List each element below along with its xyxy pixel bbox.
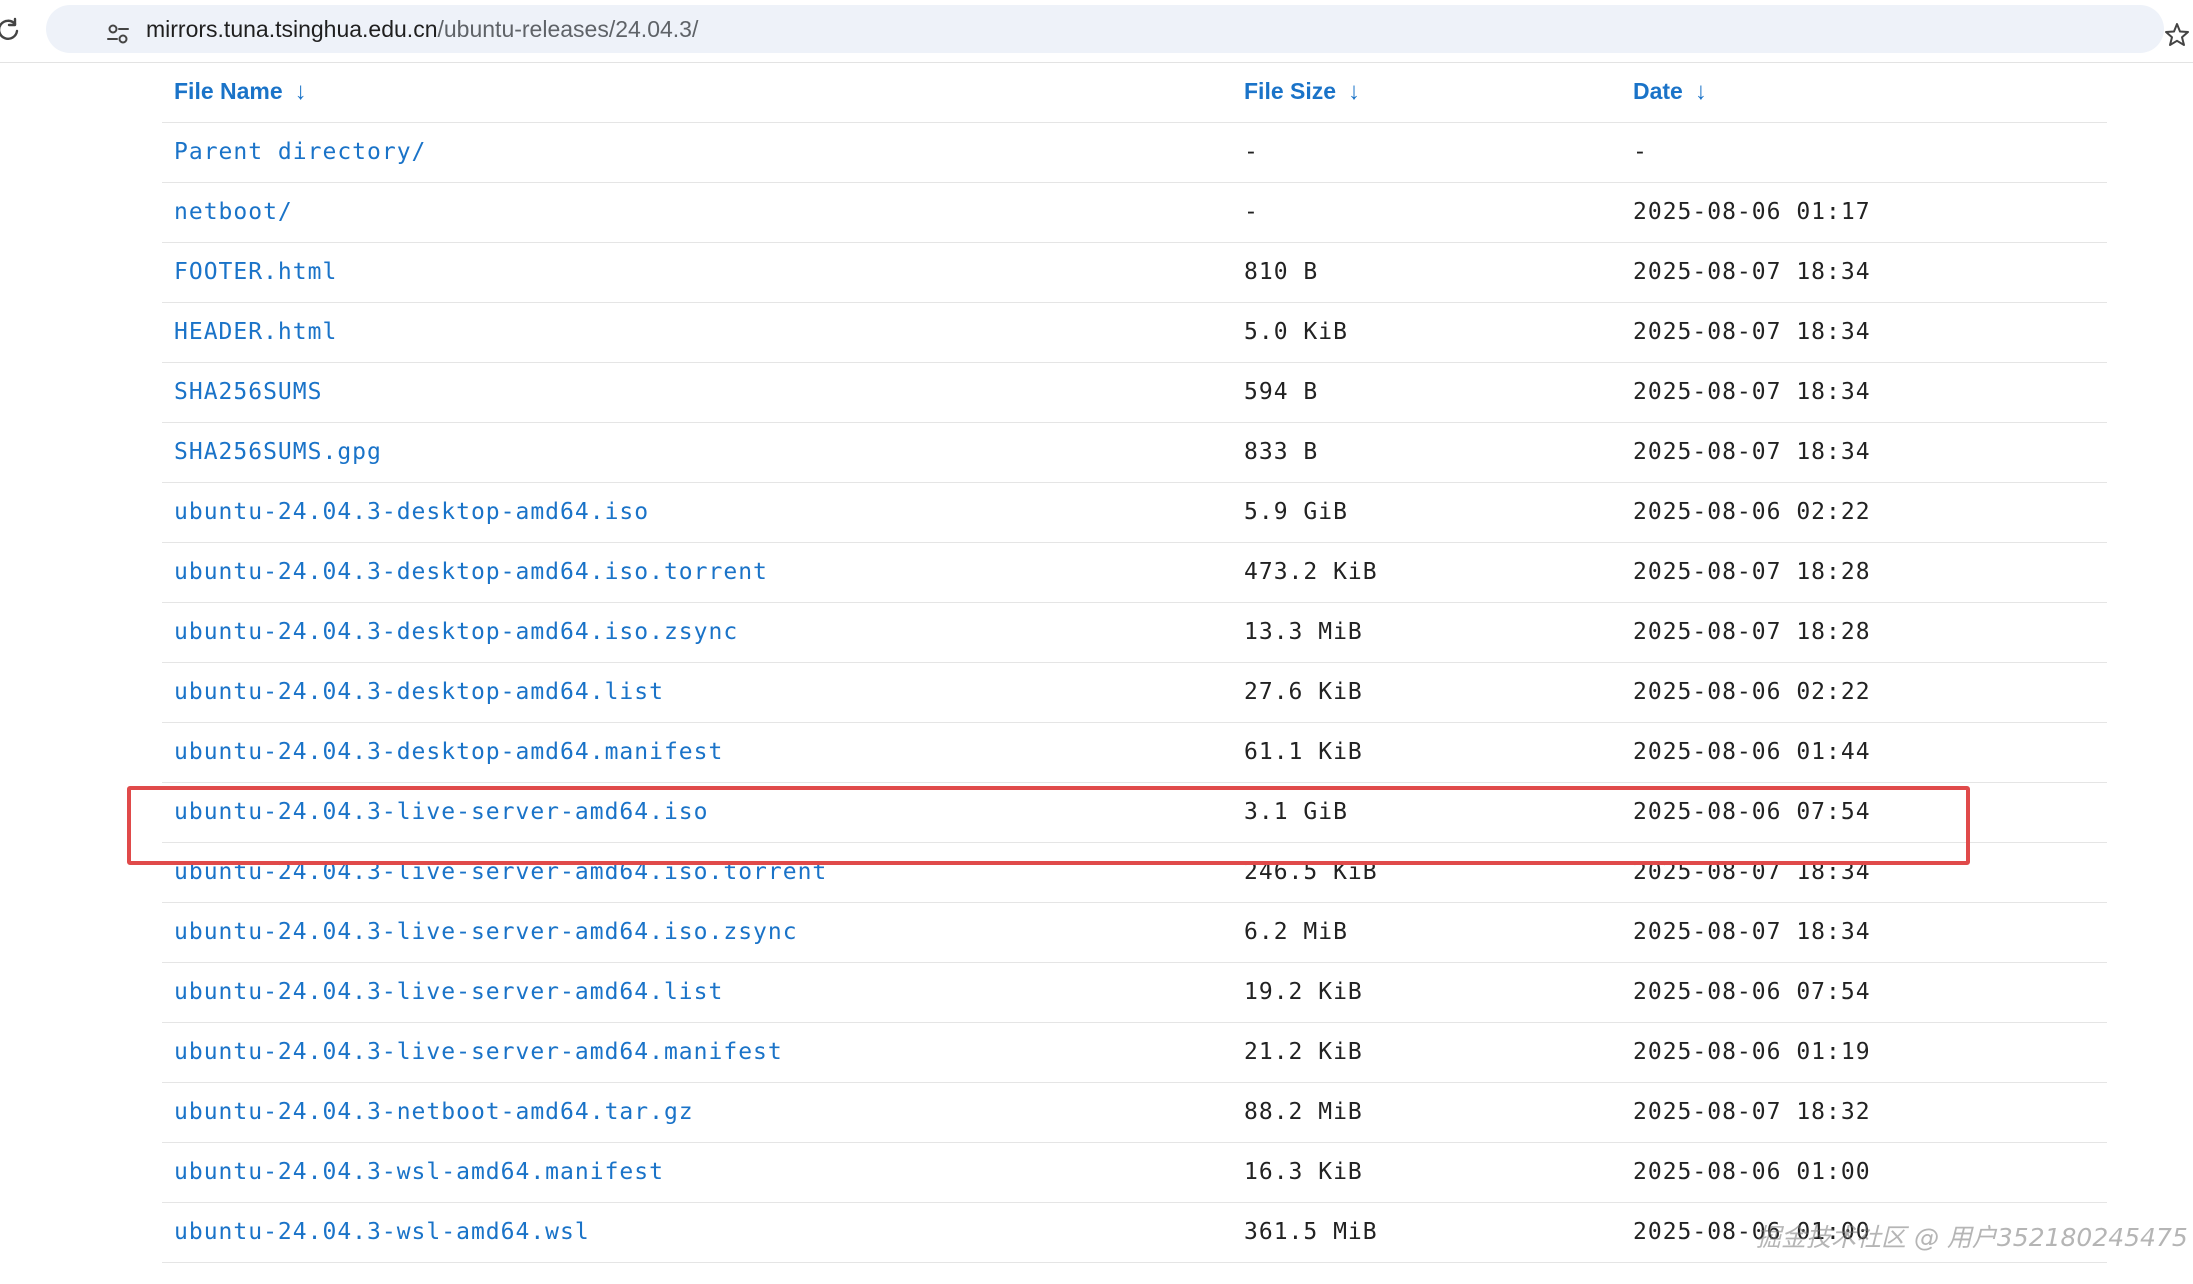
table-row: FOOTER.html 810 B 2025-08-07 18:34 bbox=[162, 242, 2107, 303]
file-date: 2025-08-06 02:22 bbox=[1621, 662, 2107, 723]
file-size: - bbox=[1232, 122, 1621, 183]
tune-icon[interactable] bbox=[104, 20, 132, 48]
sort-down-icon: ↓ bbox=[294, 77, 307, 105]
table-row: ubuntu-24.04.3-desktop-amd64.iso.zsync 13… bbox=[162, 602, 2107, 663]
file-date: 2025-08-06 07:54 bbox=[1621, 962, 2107, 1023]
file-link[interactable]: ubuntu-24.04.3-desktop-amd64.iso.zsync bbox=[174, 619, 738, 645]
file-date: 2025-08-07 18:28 bbox=[1621, 542, 2107, 603]
file-size: 473.2 KiB bbox=[1232, 542, 1621, 603]
file-size: 3.1 GiB bbox=[1232, 782, 1621, 843]
file-size: - bbox=[1232, 182, 1621, 243]
file-size: 361.5 MiB bbox=[1232, 1202, 1621, 1263]
sort-down-icon: ↓ bbox=[1348, 77, 1361, 105]
file-link[interactable]: netboot/ bbox=[174, 199, 293, 225]
file-link[interactable]: SHA256SUMS bbox=[174, 379, 322, 405]
url-path: /ubuntu-releases/24.04.3/ bbox=[437, 16, 699, 42]
reload-icon[interactable] bbox=[0, 16, 22, 44]
file-size: 88.2 MiB bbox=[1232, 1082, 1621, 1143]
sort-down-icon: ↓ bbox=[1694, 77, 1707, 105]
file-link[interactable]: ubuntu-24.04.3-live-server-amd64.iso.zsy… bbox=[174, 919, 798, 945]
file-table: File Name ↓ File Size ↓ Date ↓ Parent direc… bbox=[162, 62, 2107, 1263]
header-date[interactable]: Date ↓ bbox=[1621, 62, 2107, 123]
file-date: 2025-08-06 07:54 bbox=[1621, 782, 2107, 843]
table-row: ubuntu-24.04.3-live-server-amd64.manifes… bbox=[162, 1022, 2107, 1083]
file-size: 5.9 GiB bbox=[1232, 482, 1621, 543]
file-link[interactable]: ubuntu-24.04.3-netboot-amd64.tar.gz bbox=[174, 1099, 694, 1125]
file-date: 2025-08-06 01:00 bbox=[1621, 1142, 2107, 1203]
address-bar[interactable]: mirrors.tuna.tsinghua.edu.cn/ubuntu-rele… bbox=[46, 5, 2189, 53]
file-date: 2025-08-07 18:34 bbox=[1621, 902, 2107, 963]
header-file-name[interactable]: File Name ↓ bbox=[162, 62, 1232, 123]
header-file-name-label: File Name bbox=[174, 77, 283, 104]
table-row: Parent directory/ - - bbox=[162, 122, 2107, 183]
file-size: 246.5 KiB bbox=[1232, 842, 1621, 903]
watermark: 掘金技术社区 @ 用户352180245475 bbox=[1756, 1223, 2188, 1252]
file-listing: File Name ↓ File Size ↓ Date ↓ Parent direc… bbox=[162, 62, 2107, 1263]
file-link[interactable]: ubuntu-24.04.3-live-server-amd64.iso.tor… bbox=[174, 859, 827, 885]
file-link[interactable]: ubuntu-24.04.3-desktop-amd64.iso bbox=[174, 499, 649, 525]
url-text[interactable]: mirrors.tuna.tsinghua.edu.cn/ubuntu-rele… bbox=[146, 5, 698, 53]
file-date: 2025-08-07 18:32 bbox=[1621, 1082, 2107, 1143]
file-link[interactable]: ubuntu-24.04.3-live-server-amd64.iso bbox=[174, 799, 709, 825]
table-row: HEADER.html 5.0 KiB 2025-08-07 18:34 bbox=[162, 302, 2107, 363]
file-size: 810 B bbox=[1232, 242, 1621, 303]
file-date: - bbox=[1621, 122, 2107, 183]
table-row: SHA256SUMS 594 B 2025-08-07 18:34 bbox=[162, 362, 2107, 423]
file-link[interactable]: ubuntu-24.04.3-live-server-amd64.list bbox=[174, 979, 723, 1005]
file-date: 2025-08-06 01:19 bbox=[1621, 1022, 2107, 1083]
file-link[interactable]: HEADER.html bbox=[174, 319, 337, 345]
file-date: 2025-08-06 01:44 bbox=[1621, 722, 2107, 783]
table-row: ubuntu-24.04.3-desktop-amd64.iso 5.9 GiB 2… bbox=[162, 482, 2107, 543]
file-date: 2025-08-07 18:28 bbox=[1621, 602, 2107, 663]
table-row: ubuntu-24.04.3-netboot-amd64.tar.gz 88.2 … bbox=[162, 1082, 2107, 1143]
table-row: SHA256SUMS.gpg 833 B 2025-08-07 18:34 bbox=[162, 422, 2107, 483]
table-row: ubuntu-24.04.3-wsl-amd64.manifest 16.3 Ki… bbox=[162, 1142, 2107, 1203]
file-size: 61.1 KiB bbox=[1232, 722, 1621, 783]
table-row-highlighted: ubuntu-24.04.3-live-server-amd64.iso 3.1 … bbox=[162, 782, 2107, 843]
file-link[interactable]: ubuntu-24.04.3-desktop-amd64.list bbox=[174, 679, 664, 705]
file-date: 2025-08-07 18:34 bbox=[1621, 362, 2107, 423]
file-size: 6.2 MiB bbox=[1232, 902, 1621, 963]
file-size: 594 B bbox=[1232, 362, 1621, 423]
header-file-size-label: File Size bbox=[1244, 77, 1337, 104]
file-link[interactable]: ubuntu-24.04.3-live-server-amd64.manifes… bbox=[174, 1039, 783, 1065]
table-row: netboot/ -2025-08-06 01:17 bbox=[162, 182, 2107, 243]
file-link[interactable]: ubuntu-24.04.3-desktop-amd64.iso.torrent bbox=[174, 559, 768, 585]
header-file-size[interactable]: File Size ↓ bbox=[1232, 62, 1621, 123]
file-link[interactable]: FOOTER.html bbox=[174, 259, 337, 285]
file-size: 833 B bbox=[1232, 422, 1621, 483]
file-date: 2025-08-06 02:22 bbox=[1621, 482, 2107, 543]
file-date: 2025-08-07 18:34 bbox=[1621, 302, 2107, 363]
file-date: 2025-08-07 18:34 bbox=[1621, 842, 2107, 903]
file-date: 2025-08-07 18:34 bbox=[1621, 242, 2107, 303]
table-row: ubuntu-24.04.3-desktop-amd64.manifest 61.… bbox=[162, 722, 2107, 783]
file-size: 13.3 MiB bbox=[1232, 602, 1621, 663]
file-size: 21.2 KiB bbox=[1232, 1022, 1621, 1083]
file-size: 19.2 KiB bbox=[1232, 962, 1621, 1023]
table-row: ubuntu-24.04.3-desktop-amd64.iso.torrent… bbox=[162, 542, 2107, 603]
browser-toolbar: mirrors.tuna.tsinghua.edu.cn/ubuntu-rele… bbox=[0, 0, 2193, 63]
file-link[interactable]: Parent directory/ bbox=[174, 139, 426, 165]
file-size: 16.3 KiB bbox=[1232, 1142, 1621, 1203]
table-row: ubuntu-24.04.3-live-server-amd64.list 19.… bbox=[162, 962, 2107, 1023]
file-link[interactable]: SHA256SUMS.gpg bbox=[174, 439, 382, 465]
file-date: 2025-08-07 18:34 bbox=[1621, 422, 2107, 483]
star-icon[interactable] bbox=[2162, 20, 2192, 50]
file-link[interactable]: ubuntu-24.04.3-desktop-amd64.manifest bbox=[174, 739, 723, 765]
file-size: 5.0 KiB bbox=[1232, 302, 1621, 363]
url-host: mirrors.tuna.tsinghua.edu.cn bbox=[146, 16, 438, 42]
table-row: ubuntu-24.04.3-live-server-amd64.iso.tor… bbox=[162, 842, 2107, 903]
file-size: 27.6 KiB bbox=[1232, 662, 1621, 723]
file-link[interactable]: ubuntu-24.04.3-wsl-amd64.manifest bbox=[174, 1159, 664, 1185]
file-link[interactable]: ubuntu-24.04.3-wsl-amd64.wsl bbox=[174, 1219, 590, 1245]
file-date: 2025-08-06 01:17 bbox=[1621, 182, 2107, 243]
table-row: ubuntu-24.04.3-live-server-amd64.iso.zsy… bbox=[162, 902, 2107, 963]
header-date-label: Date bbox=[1633, 77, 1683, 104]
table-header-row: File Name ↓ File Size ↓ Date ↓ bbox=[162, 62, 2107, 123]
table-row: ubuntu-24.04.3-desktop-amd64.list 27.6 Ki… bbox=[162, 662, 2107, 723]
